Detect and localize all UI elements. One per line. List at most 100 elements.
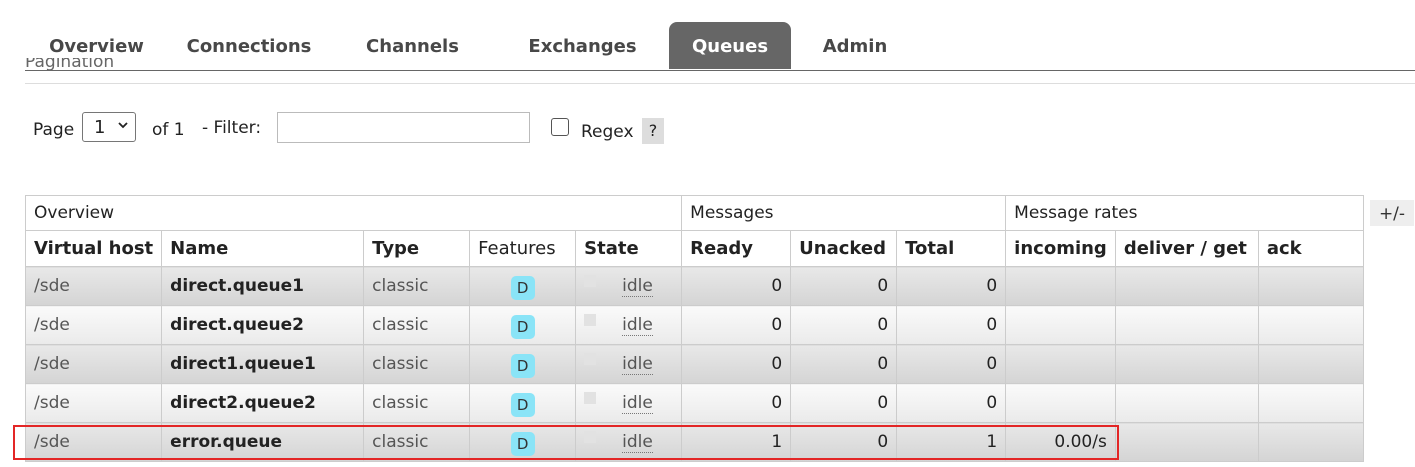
queue-name-link[interactable]: direct1.queue1 — [161, 344, 365, 384]
incoming-cell — [1005, 305, 1116, 345]
type-cell: classic — [363, 266, 471, 306]
state-indicator-icon — [584, 314, 597, 326]
table-row: /sde direct.queue1 classic D idle 0 0 0 — [24, 266, 1364, 306]
col-header-features: Features — [469, 230, 577, 267]
page-count-label: of 1 — [152, 120, 185, 140]
group-header-message-rates: Message rates — [1005, 195, 1364, 231]
total-cell: 0 — [896, 305, 1007, 345]
unacked-cell: 0 — [790, 305, 898, 345]
incoming-cell — [1005, 266, 1116, 306]
type-cell: classic — [363, 305, 471, 345]
ready-cell: 0 — [681, 344, 792, 384]
tab-exchanges[interactable]: Exchanges — [505, 22, 660, 69]
vhost-cell: /sde — [24, 383, 163, 423]
ready-cell: 0 — [681, 383, 792, 423]
tab-channels[interactable]: Channels — [355, 22, 470, 69]
unacked-cell: 0 — [790, 266, 898, 306]
page-label: Page — [33, 120, 75, 140]
vhost-cell: /sde — [24, 305, 163, 345]
table-row: /sde direct.queue2 classic D idle 0 0 0 — [24, 305, 1364, 345]
features-cell: D — [469, 344, 577, 384]
tab-connections[interactable]: Connections — [175, 22, 323, 69]
vhost-cell: /sde — [24, 422, 163, 462]
col-header-deliver-get[interactable]: deliver / get — [1114, 230, 1259, 267]
unacked-cell: 0 — [790, 344, 898, 384]
col-header-virtual-host[interactable]: Virtual host — [24, 230, 163, 267]
table-row: /sde direct2.queue2 classic D idle 0 0 0 — [24, 383, 1364, 423]
durable-badge: D — [510, 354, 535, 378]
state-label: idle — [622, 354, 653, 375]
incoming-cell: 0.00/s — [1005, 422, 1116, 462]
state-cell: idle — [575, 422, 683, 462]
state-label: idle — [622, 432, 653, 453]
group-header-overview: Overview — [24, 195, 683, 231]
features-cell: D — [469, 266, 577, 306]
durable-badge: D — [510, 393, 535, 417]
state-label: idle — [622, 393, 653, 414]
state-cell: idle — [575, 266, 683, 306]
tab-admin[interactable]: Admin — [805, 22, 905, 69]
deliver-get-cell — [1114, 383, 1259, 423]
regex-checkbox[interactable] — [551, 118, 569, 136]
ready-cell: 1 — [681, 422, 792, 462]
col-header-ready[interactable]: Ready — [681, 230, 792, 267]
toggle-columns-button[interactable]: +/- — [1370, 200, 1414, 226]
state-indicator-icon — [584, 353, 597, 365]
total-cell: 0 — [896, 383, 1007, 423]
col-header-state[interactable]: State — [575, 230, 683, 267]
filter-label: - Filter: — [202, 118, 262, 138]
ready-cell: 0 — [681, 266, 792, 306]
queues-table: Overview Messages Message rates Virtual … — [24, 195, 1364, 462]
regex-label: Regex — [581, 122, 634, 142]
col-header-unacked[interactable]: Unacked — [790, 230, 898, 267]
type-cell: classic — [363, 344, 471, 384]
queue-name-link[interactable]: direct.queue1 — [161, 266, 365, 306]
deliver-get-cell — [1114, 305, 1259, 345]
ack-cell — [1257, 383, 1364, 423]
ack-cell — [1257, 266, 1364, 306]
section-divider — [25, 83, 1415, 84]
queue-name-link[interactable]: error.queue — [161, 422, 365, 462]
unacked-cell: 0 — [790, 422, 898, 462]
deliver-get-cell — [1114, 266, 1259, 306]
durable-badge: D — [510, 315, 535, 339]
pagination-legend: Pagination — [25, 58, 115, 70]
total-cell: 0 — [896, 344, 1007, 384]
vhost-cell: /sde — [24, 266, 163, 306]
durable-badge: D — [510, 276, 535, 300]
deliver-get-cell — [1114, 422, 1259, 462]
queue-name-link[interactable]: direct.queue2 — [161, 305, 365, 345]
incoming-cell — [1005, 344, 1116, 384]
type-cell: classic — [363, 383, 471, 423]
state-indicator-icon — [584, 392, 597, 404]
main-nav-tabs: Overview Connections Channels Exchanges … — [25, 22, 1415, 71]
col-header-incoming[interactable]: incoming — [1005, 230, 1116, 267]
ack-cell — [1257, 344, 1364, 384]
tab-queues[interactable]: Queues — [669, 22, 791, 69]
state-indicator-icon — [584, 431, 597, 443]
col-header-ack[interactable]: ack — [1257, 230, 1364, 267]
col-header-total[interactable]: Total — [896, 230, 1007, 267]
state-cell: idle — [575, 305, 683, 345]
ready-cell: 0 — [681, 305, 792, 345]
page-select-value: 1 — [94, 117, 106, 138]
col-header-name[interactable]: Name — [161, 230, 365, 267]
col-header-type[interactable]: Type — [363, 230, 471, 267]
unacked-cell: 0 — [790, 383, 898, 423]
ack-cell — [1257, 422, 1364, 462]
type-cell: classic — [363, 422, 471, 462]
deliver-get-cell — [1114, 344, 1259, 384]
filter-input[interactable] — [277, 112, 530, 143]
state-indicator-icon — [584, 275, 597, 287]
features-cell: D — [469, 383, 577, 423]
queue-name-link[interactable]: direct2.queue2 — [161, 383, 365, 423]
durable-badge: D — [510, 432, 535, 456]
vhost-cell: /sde — [24, 344, 163, 384]
total-cell: 0 — [896, 266, 1007, 306]
features-cell: D — [469, 422, 577, 462]
state-label: idle — [622, 315, 653, 336]
state-cell: idle — [575, 344, 683, 384]
page-select[interactable]: 1 — [82, 112, 136, 142]
regex-help-button[interactable]: ? — [642, 118, 664, 144]
incoming-cell — [1005, 383, 1116, 423]
